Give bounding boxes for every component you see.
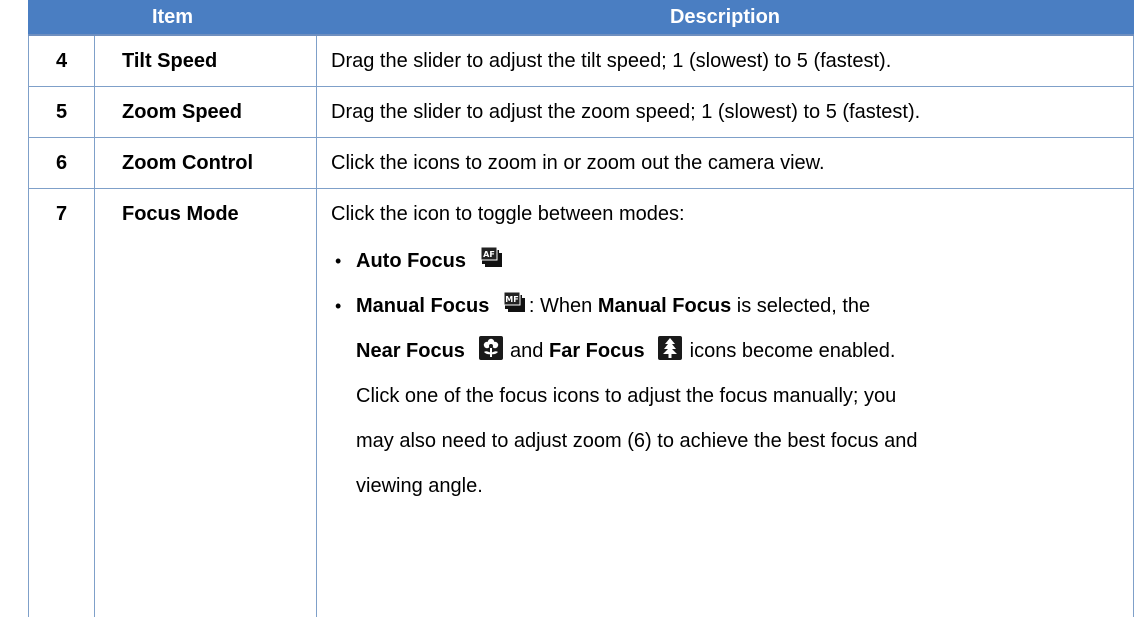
row-item-name: Tilt Speed <box>95 35 317 87</box>
row-description: Drag the slider to adjust the zoom speed… <box>317 87 1134 138</box>
manual-focus-icon-text: MF <box>505 295 518 304</box>
row-item-name: Zoom Speed <box>95 87 317 138</box>
header-description: Description <box>317 0 1134 35</box>
table-row: 6 Zoom Control Click the icons to zoom i… <box>29 138 1134 189</box>
auto-focus-label: Auto Focus <box>356 250 466 272</box>
row-description: Drag the slider to adjust the tilt speed… <box>317 35 1134 87</box>
manual-focus-icon: MF <box>503 291 527 315</box>
manual-focus-text-selected: is selected, the <box>731 295 870 317</box>
row-item-name: Zoom Control <box>95 138 317 189</box>
row-item-name: Focus Mode <box>95 189 317 617</box>
manual-focus-label: Manual Focus <box>356 295 489 317</box>
row-number: 6 <box>29 138 95 189</box>
table-row: 7 Focus Mode Click the icon to toggle be… <box>29 189 1134 617</box>
text-and: and <box>505 340 549 362</box>
row-number: 5 <box>29 87 95 138</box>
table-row: 4 Tilt Speed Drag the slider to adjust t… <box>29 35 1134 87</box>
near-focus-label: Near Focus <box>356 340 465 362</box>
row-description-focus-mode: Click the icon to toggle between modes: … <box>317 189 1134 617</box>
near-focus-flower-icon <box>479 336 503 360</box>
auto-focus-icon: AF <box>480 246 504 270</box>
focus-mode-list: • Auto Focus AF • M <box>331 239 1127 509</box>
row-number: 4 <box>29 35 95 87</box>
row-description: Click the icons to zoom in or zoom out t… <box>317 138 1134 189</box>
feature-description-table: Item Description 4 Tilt Speed Drag the s… <box>28 0 1134 617</box>
far-focus-tree-icon <box>658 336 682 360</box>
manual-focus-bold-label: Manual Focus <box>598 295 731 317</box>
manual-focus-line-4: may also need to adjust zoom (6) to achi… <box>356 430 917 452</box>
text-enabled: icons become enabled. <box>684 340 895 362</box>
header-item: Item <box>29 0 317 35</box>
manual-focus-text-colon: : When <box>529 295 598 317</box>
list-item-auto-focus: • Auto Focus AF <box>331 239 1127 284</box>
row-number: 7 <box>29 189 95 617</box>
far-focus-label: Far Focus <box>549 340 645 362</box>
list-item-manual-focus: • Manual Focus MF : When Manual Focus is… <box>331 284 1127 509</box>
manual-focus-line-5: viewing angle. <box>356 475 483 497</box>
bullet: • <box>335 284 341 329</box>
manual-focus-line-3: Click one of the focus icons to adjust t… <box>356 385 896 407</box>
auto-focus-icon-text: AF <box>483 250 495 259</box>
bullet: • <box>335 239 341 284</box>
focus-mode-intro: Click the icon to toggle between modes: <box>331 189 1127 239</box>
table-header-row: Item Description <box>29 0 1134 35</box>
table-row: 5 Zoom Speed Drag the slider to adjust t… <box>29 87 1134 138</box>
